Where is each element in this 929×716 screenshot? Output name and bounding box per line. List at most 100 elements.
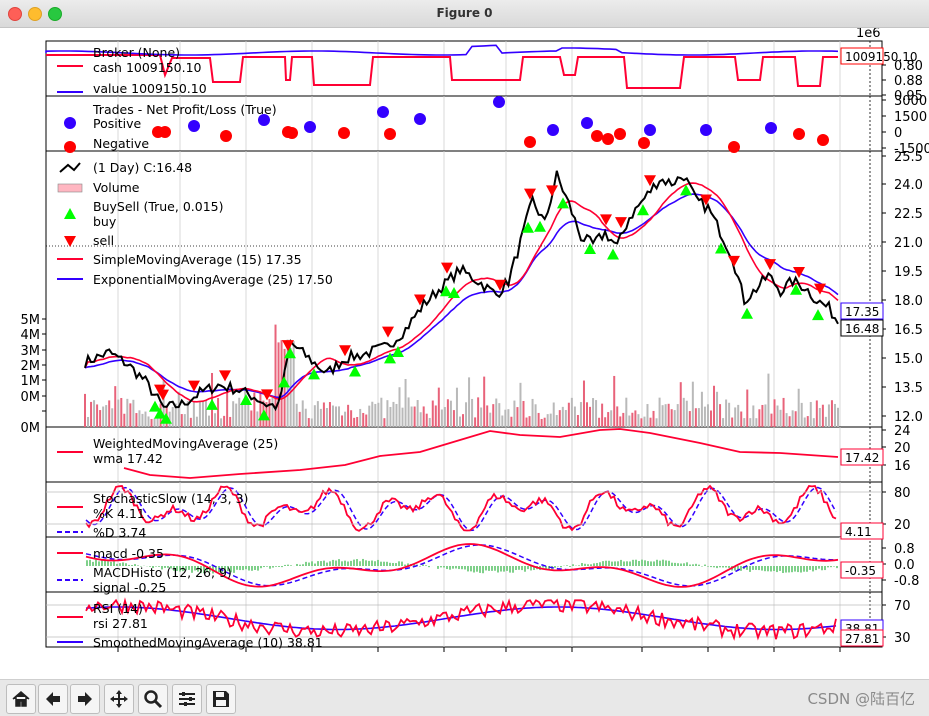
volume-bar [184, 414, 186, 427]
macd-histo-bar [263, 566, 265, 567]
legend-signal-label: signal -0.25 [93, 580, 166, 595]
macd-histo-bar [518, 566, 520, 570]
price-y-tick-label: 13.5 [894, 381, 923, 396]
macd-histo-bar [611, 562, 613, 566]
volume-bar [392, 402, 394, 427]
volume-bar [553, 402, 555, 427]
volume-bar [586, 402, 588, 427]
volume-bar [132, 400, 134, 427]
volume-bar [622, 413, 624, 427]
volume-bar [326, 408, 328, 427]
macd-histo-bar [626, 561, 628, 566]
volume-bar [532, 399, 534, 427]
legend-rsi-title: RSI (14) [93, 601, 143, 616]
macd-histo-bar [428, 566, 430, 567]
macd-histo-bar [656, 560, 658, 566]
macd-histo-bar [671, 563, 673, 566]
macd-histo-bar [557, 566, 559, 567]
macd-histo-bar [368, 561, 370, 566]
volume-bar [710, 410, 712, 427]
negative-trade-marker [793, 128, 805, 140]
legend-cash-label: cash 1009150.10 [93, 60, 202, 75]
home-button[interactable] [6, 684, 36, 714]
volume-bar [380, 398, 382, 427]
legend-buysell-title: BuySell (True, 0.015) [93, 199, 223, 214]
macd-histo-bar [638, 561, 640, 566]
volume-bar [205, 400, 207, 427]
negative-trade-marker [220, 130, 232, 142]
volume-bar [362, 413, 364, 427]
macd-histo-bar [707, 566, 709, 567]
volume-bar [144, 412, 146, 427]
positive-trade-marker [547, 124, 559, 136]
macd-histo-bar [713, 566, 715, 567]
configure-subplots-button[interactable] [172, 684, 202, 714]
negative-trade-marker [524, 136, 536, 148]
macd-histo-bar [650, 561, 652, 566]
volume-bar [468, 377, 470, 427]
macd-histo-bar [401, 562, 403, 566]
volume-bar [214, 413, 216, 427]
macd-histo-bar [605, 561, 607, 566]
macd-histo-bar [278, 566, 280, 567]
volume-bar [317, 401, 319, 427]
trades-y-tick-label: 0 [894, 126, 902, 141]
volume-bar [767, 374, 769, 427]
volume-bar [178, 392, 180, 427]
price-y-tick-label: 21.0 [894, 236, 923, 251]
macd-histo-bar [437, 566, 439, 569]
volume-bar [740, 412, 742, 427]
volume-bar [819, 408, 821, 427]
volume-bar [250, 410, 252, 427]
positive-trade-marker [581, 117, 593, 129]
volume-bar [504, 410, 506, 427]
close-last-value: 16.48 [845, 322, 879, 336]
volume-bar [489, 413, 491, 427]
macd-histo-bar [344, 561, 346, 566]
wma-last-value: 17.42 [845, 451, 879, 465]
volume-bar [529, 416, 531, 427]
volume-bar [616, 406, 618, 427]
volume-bar [507, 409, 509, 427]
volume-bar [138, 410, 140, 427]
macd-histo-bar [590, 564, 592, 566]
volume-bar [510, 417, 512, 427]
volume-bar [223, 416, 225, 427]
volume-bar [628, 416, 630, 427]
trades-y-tick-label: 1500 [894, 110, 927, 125]
negative-trade-marker [338, 127, 350, 139]
figure-canvas[interactable]: Broker (None)cash 1009150.10value 100915… [0, 28, 929, 678]
volume-bar [238, 398, 240, 427]
volume-bar [568, 403, 570, 427]
macd-histo-bar [392, 563, 394, 566]
legend-trades-title: Trades - Net Profit/Loss (True) [92, 102, 277, 117]
wma-y-tick-label: 24 [894, 424, 911, 439]
back-button[interactable] [38, 684, 68, 714]
volume-bar [562, 407, 564, 427]
macd-histo-bar [86, 560, 88, 566]
macd-histo-bar [260, 566, 262, 568]
macd-histo-bar [500, 566, 502, 572]
legend-wma-title: WeightedMovingAverage (25) [93, 436, 278, 451]
volume-bar [695, 408, 697, 427]
volume-bar [456, 388, 458, 427]
zoom-button[interactable] [138, 684, 168, 714]
volume-bar [683, 398, 685, 427]
macd-histo-bar [578, 565, 580, 566]
forward-button[interactable] [70, 684, 100, 714]
wma-y-tick-label: 20 [894, 441, 911, 456]
volume-bar [598, 418, 600, 427]
macd-histo-bar [290, 565, 292, 566]
volume-bar [804, 417, 806, 427]
volume-bar [123, 414, 125, 427]
save-button[interactable] [206, 684, 236, 714]
macd-histo-bar [629, 561, 631, 566]
pan-button[interactable] [104, 684, 134, 714]
legend-negative-label: Negative [93, 136, 149, 151]
macd-histo-bar [785, 566, 787, 573]
volume-bar [477, 397, 479, 427]
volume-bar [589, 407, 591, 427]
volume-bar [226, 389, 228, 427]
volume-bar [474, 417, 476, 427]
volume-bar [135, 413, 137, 427]
